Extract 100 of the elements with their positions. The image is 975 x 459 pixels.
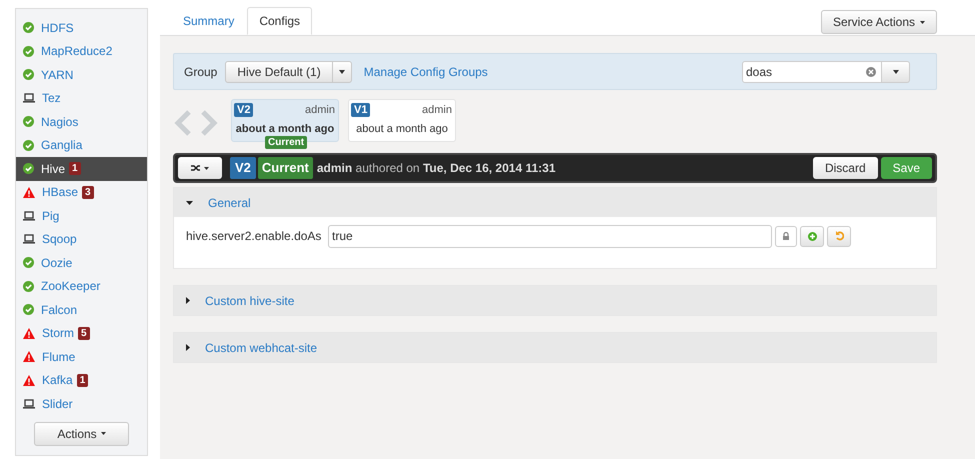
laptop-icon [23,398,35,409]
service-actions-button[interactable]: Service Actions [820,10,937,34]
alert-count-badge: 1 [69,162,81,176]
service-name: Nagios [41,114,78,131]
property-name: hive.server2.enable.doAs [186,228,322,245]
add-override-button[interactable] [800,226,824,246]
version-card[interactable]: V1 admin about a month ago [348,99,456,142]
sidebar-item[interactable]: Nagios [16,110,147,134]
laptop-icon [23,93,35,104]
laptop-icon [23,234,35,244]
section-title: Custom webhcat-site [205,340,318,356]
check-circle-icon [23,22,34,34]
service-name: Oozie [41,254,72,272]
caret-icon [892,70,898,74]
service-name: Tez [42,90,61,108]
check-circle-icon [23,257,34,268]
actions-button[interactable]: Actions [34,422,129,446]
check-circle-icon [23,116,34,128]
caret-icon [204,166,209,170]
sidebar-item[interactable]: Hive 1 [16,157,147,180]
caret-icon [338,70,345,74]
current-badge: Current [258,157,313,179]
section-header[interactable]: General [174,188,936,217]
check-circle-icon [23,280,34,292]
alert-count-badge: 5 [78,326,90,340]
filter-field[interactable]: doas [742,60,882,82]
warning-icon [23,186,35,198]
tab[interactable]: Configs [247,7,312,35]
service-name: Slider [42,396,73,413]
warning-icon [23,328,35,339]
version-time: about a month ago [355,122,449,136]
plus-circle-icon [808,232,816,240]
filter-caret-button[interactable] [882,60,910,82]
warning-icon [23,374,35,386]
service-name: Ganglia [41,137,82,154]
tab[interactable]: Summary [172,7,246,35]
service-name: Storm [42,325,74,342]
sidebar-item[interactable]: Oozie [16,251,147,274]
version-badge: V1 [351,103,370,118]
alert-count-badge: 3 [82,186,94,199]
manage-config-groups-link[interactable]: Manage Config Groups [364,62,488,80]
sidebar-item[interactable]: ZooKeeper [16,274,147,298]
version-badge: V2 [230,157,256,179]
undo-icon [834,231,844,241]
sidebar-item[interactable]: Storm 5 [16,322,147,345]
collapsed-caret-icon [186,297,190,304]
alert-count-badge: 1 [76,374,88,387]
service-name: Sqoop [42,231,77,248]
expanded-caret-icon [186,200,193,204]
clear-icon[interactable] [866,66,876,76]
check-circle-icon [23,46,34,57]
sidebar-item[interactable]: HDFS [16,16,147,40]
group-label: Group [184,64,218,80]
check-circle-icon [23,304,34,316]
sidebar-item[interactable]: YARN [16,63,147,86]
service-name: HBase [42,184,78,202]
author-name: admin [305,103,335,118]
section-header[interactable]: Custom hive-site [174,286,936,315]
collapsed-caret-icon [186,344,190,351]
sidebar-item[interactable]: Flume [16,345,147,368]
current-badge: Current [265,136,308,149]
service-name: ZooKeeper [41,278,100,296]
sidebar-item[interactable]: MapReduce2 [16,40,147,63]
section-header[interactable]: Custom webhcat-site [174,333,936,362]
sidebar-item[interactable]: Falcon [16,298,147,322]
version-info: admin authored on Tue, Dec 16, 2014 11:31 [316,160,556,177]
caret-icon [920,20,925,24]
service-name: HDFS [41,20,74,37]
undo-button[interactable] [827,226,851,246]
author-name: admin [422,103,452,118]
sidebar-item[interactable]: Pig [16,204,147,228]
check-circle-icon [23,163,34,174]
sidebar-item[interactable]: HBase 3 [16,180,147,204]
section-title: Custom hive-site [205,292,294,310]
version-time: about a month ago [234,122,336,136]
service-name: Hive [41,160,66,178]
service-name: MapReduce2 [41,43,112,60]
warning-icon [23,351,35,362]
service-name: YARN [41,66,74,84]
shuffle-icon [191,164,201,172]
sidebar-item[interactable]: Kafka 1 [16,368,147,392]
check-circle-icon [23,140,34,151]
sidebar-item[interactable]: Tez [16,86,147,110]
service-name: Kafka [42,372,73,390]
discard-button[interactable]: Discard [812,157,878,179]
lock-button[interactable] [775,226,797,246]
version-badge: V2 [234,103,254,118]
caret-icon [100,432,106,435]
lock-icon [782,232,790,240]
service-name: Falcon [41,302,78,319]
section-title: General [208,194,251,212]
sidebar-item[interactable]: Sqoop [16,228,147,251]
save-button[interactable]: Save [880,157,932,179]
compare-button[interactable] [178,157,222,179]
sidebar-item[interactable]: Slider [16,392,147,416]
property-value-field[interactable]: true [328,224,772,248]
service-name: Pig [42,208,60,225]
laptop-icon [23,210,35,221]
sidebar-item[interactable]: Ganglia [16,134,147,157]
check-circle-icon [23,69,34,80]
